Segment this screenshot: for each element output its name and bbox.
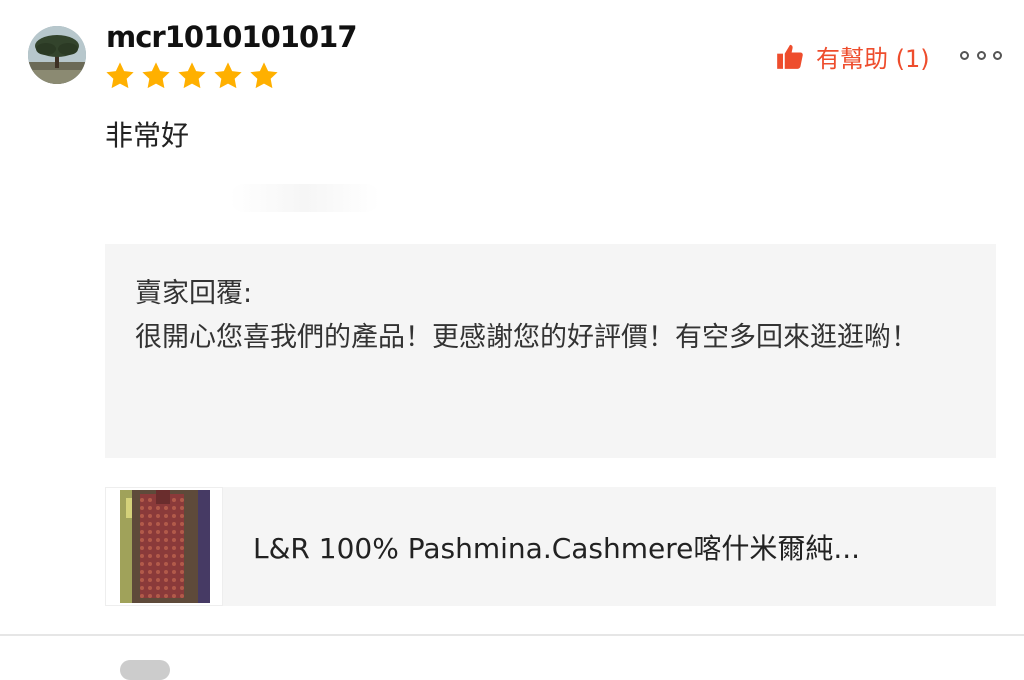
star-icon [250,62,278,89]
more-options-icon [993,50,1002,60]
avatar[interactable] [28,26,86,84]
username: mcr1010101017 [106,20,357,54]
next-review-avatar [120,660,170,680]
thumbs-up-icon [777,44,803,69]
product-thumbnail[interactable] [105,487,223,606]
seller-reply-text: 很開心您喜我們的產品！更感謝您的好評價！有空多回來逛逛喲！ [135,322,918,353]
star-icon [106,62,134,89]
more-options-icon [960,50,969,60]
helpful-button[interactable]: 有幫助 (1) [776,38,930,74]
star-icon [142,62,170,89]
faded-media-placeholder [230,184,380,212]
review-comment: 非常好 [105,119,190,152]
review-card: mcr1010101017 有幫助 (1) 非常好 賣家回覆: 很開心您喜我們的… [0,0,1024,636]
rating-stars [104,60,280,92]
helpful-label: 有幫助 (1) [816,44,930,73]
more-options-icon [976,50,986,60]
star-icon [214,62,242,89]
star-icon [178,62,206,89]
product-name: L&R 100% Pashmina.Cashmere喀什米爾純... [253,532,861,565]
more-options-button[interactable] [960,44,1002,66]
seller-reply-title: 賣家回覆: [135,278,253,309]
divider [0,634,1024,636]
product-link[interactable]: L&R 100% Pashmina.Cashmere喀什米爾純... [105,487,996,606]
seller-reply: 賣家回覆: 很開心您喜我們的產品！更感謝您的好評價！有空多回來逛逛喲！ [105,244,996,458]
